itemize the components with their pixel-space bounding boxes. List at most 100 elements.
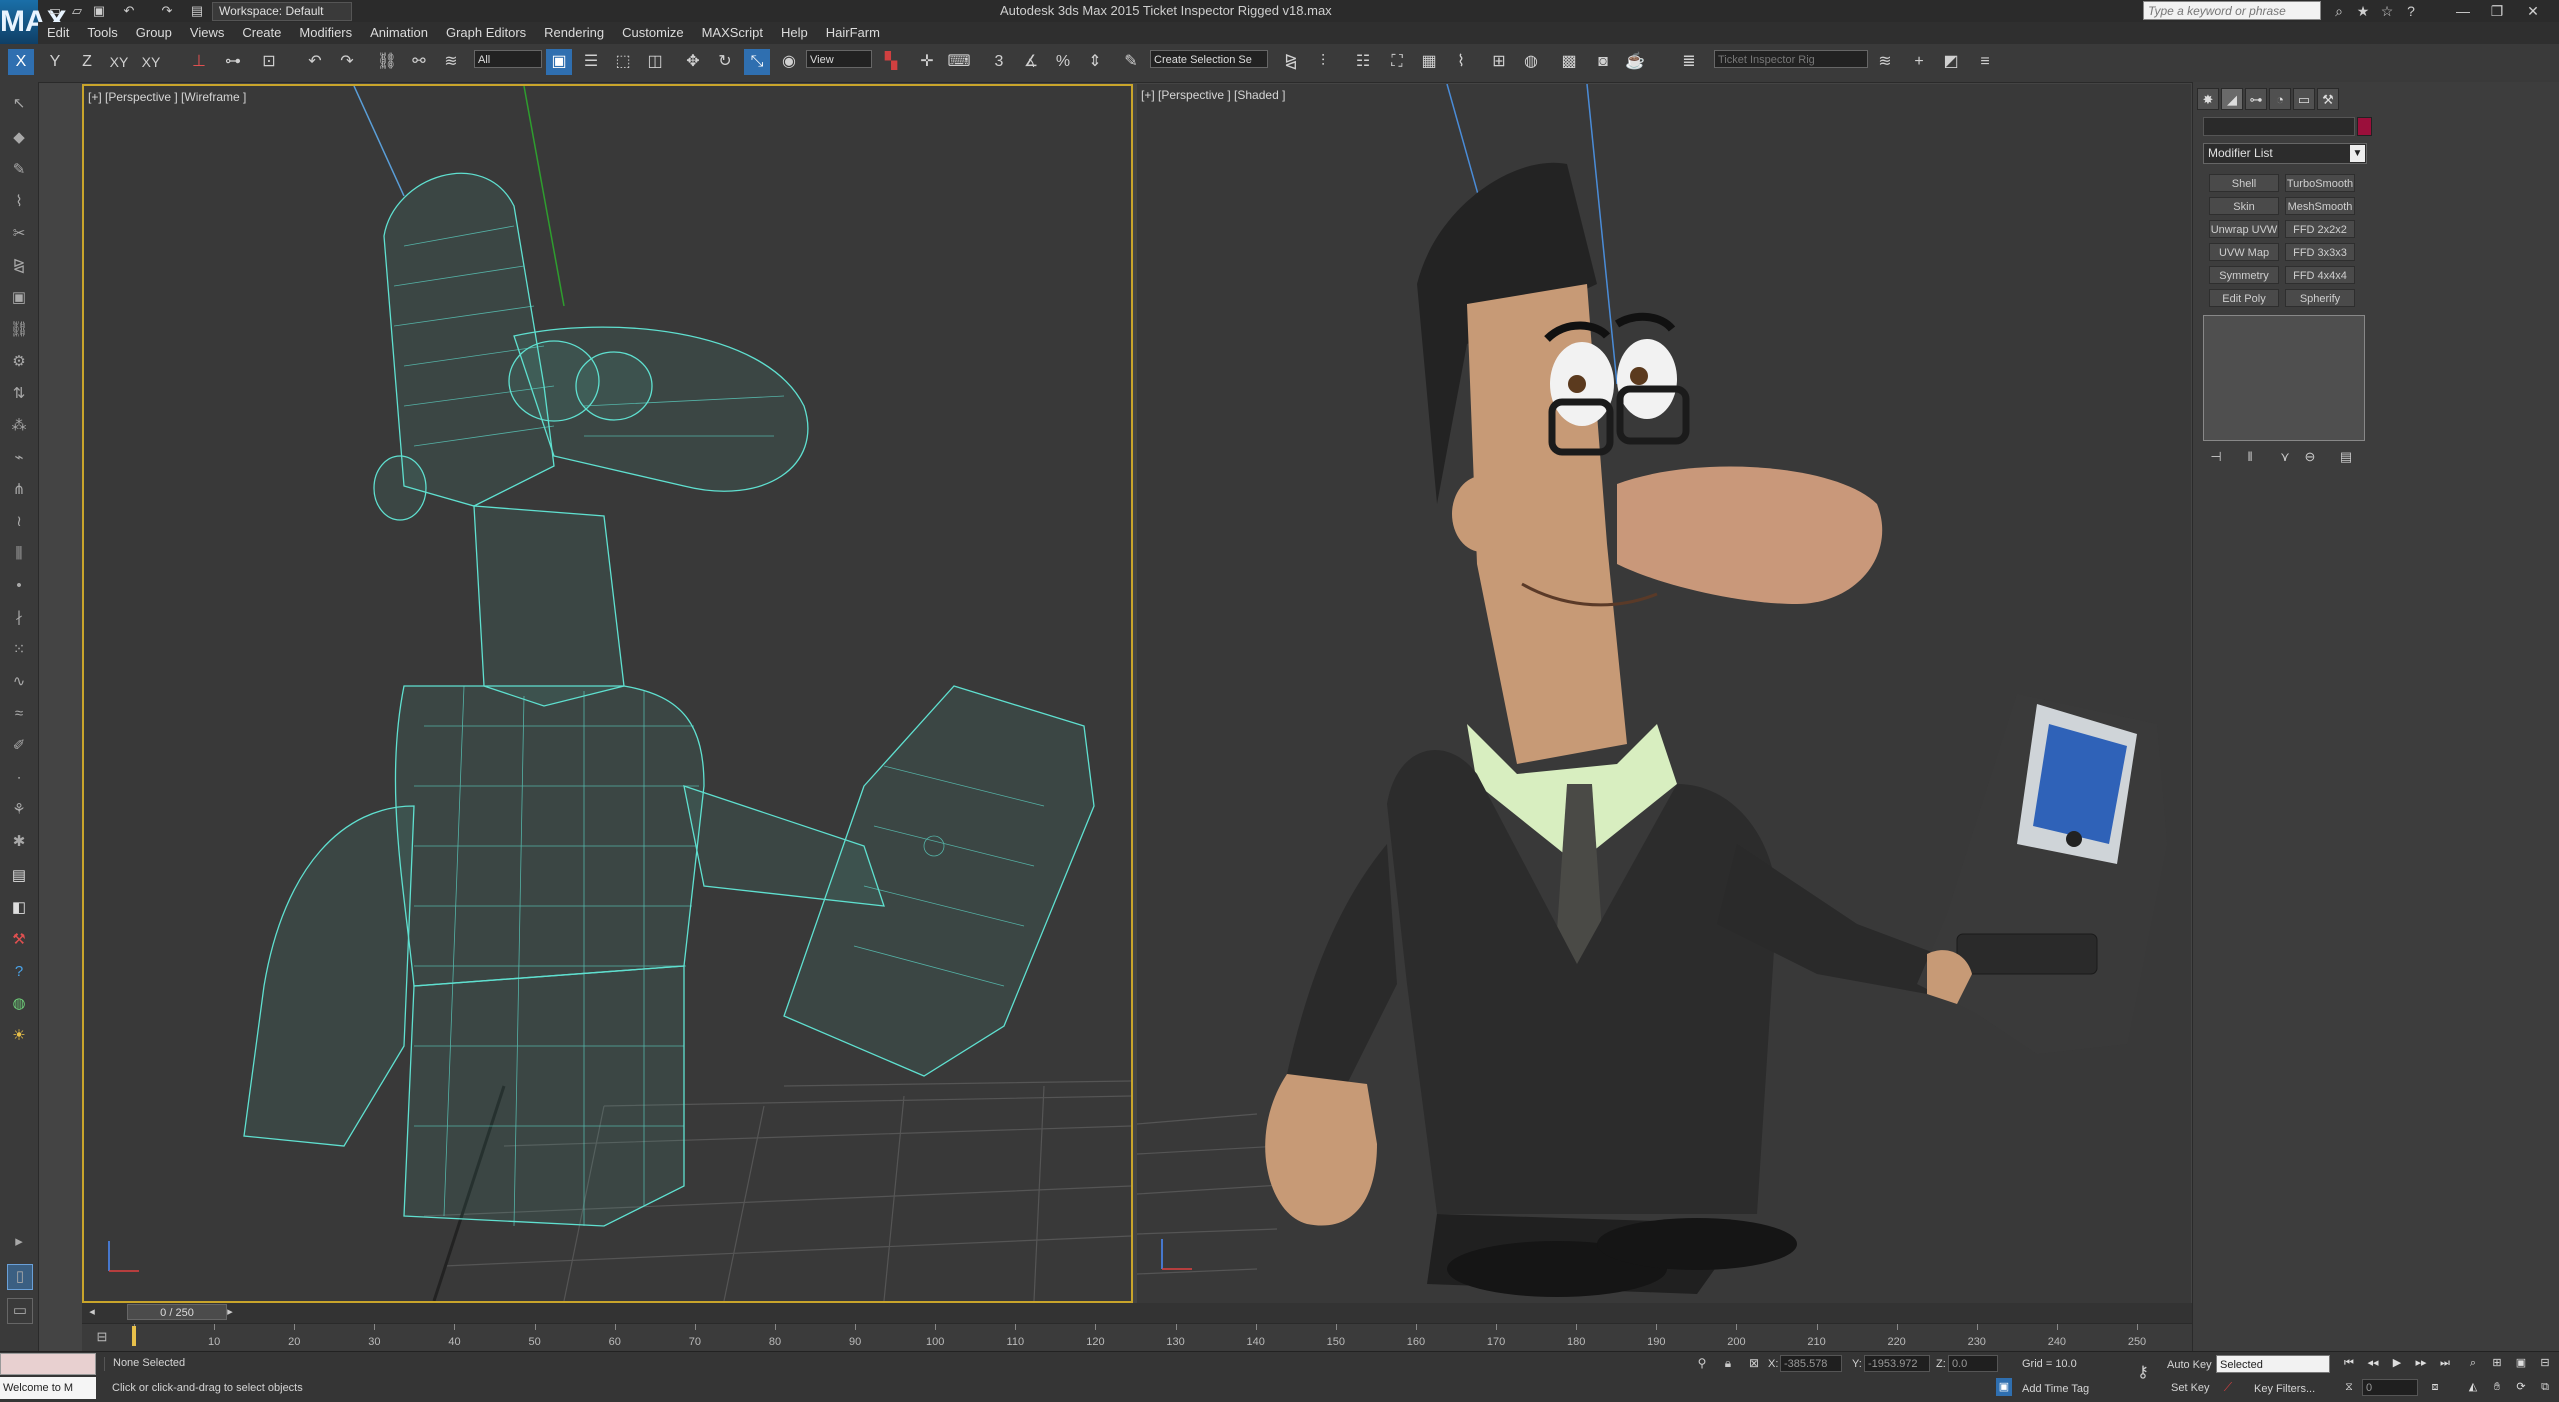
grow-icon[interactable]: ⁙ xyxy=(7,638,31,662)
pin-stack-icon[interactable]: ⊣ xyxy=(2206,448,2226,466)
twist-icon[interactable]: ⚘ xyxy=(7,798,31,822)
zoom-extents-all-icon[interactable]: ⊟ xyxy=(2534,1354,2556,1372)
remove-modifier-icon[interactable]: ⊖ xyxy=(2300,448,2320,466)
paint-select-icon[interactable]: ✎ xyxy=(7,158,31,182)
align-tool-icon[interactable]: ⫶ xyxy=(1310,49,1336,75)
help-circle-icon[interactable]: ? xyxy=(7,960,31,984)
axis-z-button[interactable]: Z xyxy=(74,49,100,75)
absolute-mode-icon[interactable]: ⊠ xyxy=(1746,1354,1762,1372)
globe-icon[interactable]: ◍ xyxy=(7,992,31,1016)
axis-xy-button[interactable]: XY xyxy=(106,49,132,75)
chevron-down-icon[interactable]: ▼ xyxy=(2350,145,2365,162)
mirror-icon[interactable]: ⧎ xyxy=(1278,49,1304,75)
layer-dropdown[interactable]: Ticket Inspector Rig xyxy=(1714,50,1868,68)
schematic-view-icon[interactable]: ⊞ xyxy=(1486,49,1512,75)
window-crossing-icon[interactable]: ◫ xyxy=(642,49,668,75)
fur-icon[interactable]: ⋔ xyxy=(7,478,31,502)
selection-filter-dropdown[interactable]: All xyxy=(474,50,542,68)
frizz-icon[interactable]: ≈ xyxy=(7,702,31,726)
maximize-icon[interactable]: ❐ xyxy=(2484,1,2510,21)
time-tag-icon[interactable]: ▣ xyxy=(1996,1378,2012,1396)
modifier-button-spherify[interactable]: Spherify xyxy=(2285,289,2355,307)
select-manipulate-icon[interactable]: ✛ xyxy=(914,49,940,75)
key-mode-toggle-icon[interactable]: ⧖ xyxy=(2338,1378,2360,1396)
connect-icon[interactable]: ⛓ xyxy=(7,318,31,342)
isolate-selection-icon[interactable]: ⚲ xyxy=(1694,1354,1710,1372)
menu-graph-editors[interactable]: Graph Editors xyxy=(437,22,535,44)
binoculars-icon[interactable]: ⌕ xyxy=(2326,1,2352,21)
select-by-name-icon[interactable]: ☰ xyxy=(578,49,604,75)
bind-spacewarp-icon[interactable]: ≋ xyxy=(438,49,464,75)
hair-icon[interactable]: ⌁ xyxy=(7,446,31,470)
material-editor-icon[interactable]: ◍ xyxy=(1518,49,1544,75)
save-icon[interactable]: ▣ xyxy=(90,2,108,20)
render-icon[interactable]: ☀ xyxy=(7,1024,31,1048)
go-to-end-icon[interactable]: ⏭ xyxy=(2434,1354,2456,1372)
expand-arrow-icon[interactable]: ▸ xyxy=(7,1230,31,1254)
zoom-extents-icon[interactable]: ▣ xyxy=(2510,1354,2532,1372)
help-icon[interactable]: ? xyxy=(2398,1,2424,21)
place-icon[interactable]: ◉ xyxy=(776,49,802,75)
link-icon[interactable]: ⛓ xyxy=(374,49,400,75)
modifier-list-dropdown[interactable]: Modifier List xyxy=(2203,143,2367,164)
modifier-stack[interactable] xyxy=(2203,315,2365,441)
layer-manager-icon[interactable]: ☷ xyxy=(1350,49,1376,75)
modifier-button-symmetry[interactable]: Symmetry xyxy=(2209,266,2279,284)
object-color-swatch[interactable] xyxy=(2357,117,2372,136)
application-menu-button[interactable]: MAX xyxy=(0,0,67,44)
viewport-perspective-wireframe[interactable]: [+] [Perspective ] [Wireframe ] xyxy=(82,84,1133,1303)
menu-edit[interactable]: Edit xyxy=(38,22,78,44)
key-mode-dropdown[interactable]: Selected xyxy=(2216,1355,2330,1373)
modifier-button-ffd-3x3x3[interactable]: FFD 3x3x3 xyxy=(2285,243,2355,261)
cut-icon[interactable]: ∤ xyxy=(7,606,31,630)
modifier-button-ffd-2x2x2[interactable]: FFD 2x2x2 xyxy=(2285,220,2355,238)
object-name-field[interactable] xyxy=(2203,117,2355,136)
close-icon[interactable]: ✕ xyxy=(2520,1,2546,21)
key-filters-button[interactable]: Key Filters... xyxy=(2254,1383,2315,1395)
render-production-icon[interactable]: ☕ xyxy=(1622,49,1648,75)
redo-icon[interactable]: ↷ xyxy=(334,49,360,75)
zoom-all-icon[interactable]: ⊞ xyxy=(2486,1354,2508,1372)
menu-customize[interactable]: Customize xyxy=(613,22,692,44)
tab-hierarchy-icon[interactable]: ⊶ xyxy=(2245,88,2267,110)
track-bar[interactable]: 10 20 30 40 50 60 70 80 90 100 110 120 130 140 150 160 1… xyxy=(82,1323,2192,1352)
container-icon[interactable]: ⊡ xyxy=(256,49,282,75)
field-of-view-icon[interactable]: ◭ xyxy=(2462,1378,2484,1396)
dot-tool-icon[interactable]: ∙ xyxy=(7,766,31,790)
play-icon[interactable]: ▶ xyxy=(2386,1354,2408,1372)
menu-views[interactable]: Views xyxy=(181,22,233,44)
undo-quick-icon[interactable]: ↶ xyxy=(120,2,138,20)
menu-animation[interactable]: Animation xyxy=(361,22,437,44)
auto-key-button[interactable]: Auto Key xyxy=(2167,1359,2212,1371)
orbit-icon[interactable]: ⟳ xyxy=(2510,1378,2532,1396)
rotate-icon[interactable]: ↻ xyxy=(712,49,738,75)
y-coordinate-field[interactable]: -1953.972 xyxy=(1864,1355,1930,1372)
angle-snap-icon[interactable]: ∡ xyxy=(1018,49,1044,75)
scene-explorer-icon[interactable]: ⛶ xyxy=(1384,49,1410,75)
select-layer-objects-icon[interactable]: ◩ xyxy=(1938,49,1964,75)
maxscript-listener-input[interactable] xyxy=(0,1353,96,1375)
settings-gear-icon[interactable]: ⚙ xyxy=(7,350,31,374)
weld-icon[interactable]: ✂ xyxy=(7,222,31,246)
viewport-layout-icon[interactable]: ▯ xyxy=(7,1264,33,1290)
make-unique-icon[interactable]: ⋎ xyxy=(2275,448,2295,466)
configure-modifier-sets-icon[interactable]: ▤ xyxy=(2336,448,2356,466)
workspace-dropdown[interactable]: Workspace: Default xyxy=(212,2,352,21)
menu-modifiers[interactable]: Modifiers xyxy=(290,22,361,44)
mirror-tool-icon[interactable]: ⧎ xyxy=(7,254,31,278)
previous-frame-icon[interactable]: ◂◂ xyxy=(2362,1354,2384,1372)
spinner-snap-icon[interactable]: ⇕ xyxy=(1082,49,1108,75)
add-time-tag-button[interactable]: Add Time Tag xyxy=(2022,1383,2089,1395)
rectangular-selection-icon[interactable]: ⬚ xyxy=(610,49,636,75)
modifier-button-meshsmooth[interactable]: MeshSmooth xyxy=(2285,197,2355,215)
layer-settings-icon[interactable]: ≡ xyxy=(1972,49,1998,75)
time-next-icon[interactable]: ▸ xyxy=(222,1304,238,1320)
current-frame-field[interactable]: 0 xyxy=(2362,1379,2418,1396)
unlink-icon[interactable]: ⚯ xyxy=(406,49,432,75)
tab-display-icon[interactable]: ▭ xyxy=(2293,88,2315,110)
keyboard-shortcut-override-icon[interactable]: ⌨ xyxy=(946,49,972,75)
comb-icon[interactable]: ⫼ xyxy=(7,542,31,566)
box-icon[interactable]: ▣ xyxy=(7,286,31,310)
next-frame-icon[interactable]: ▸▸ xyxy=(2410,1354,2432,1372)
modifier-button-uvw-map[interactable]: UVW Map xyxy=(2209,243,2279,261)
